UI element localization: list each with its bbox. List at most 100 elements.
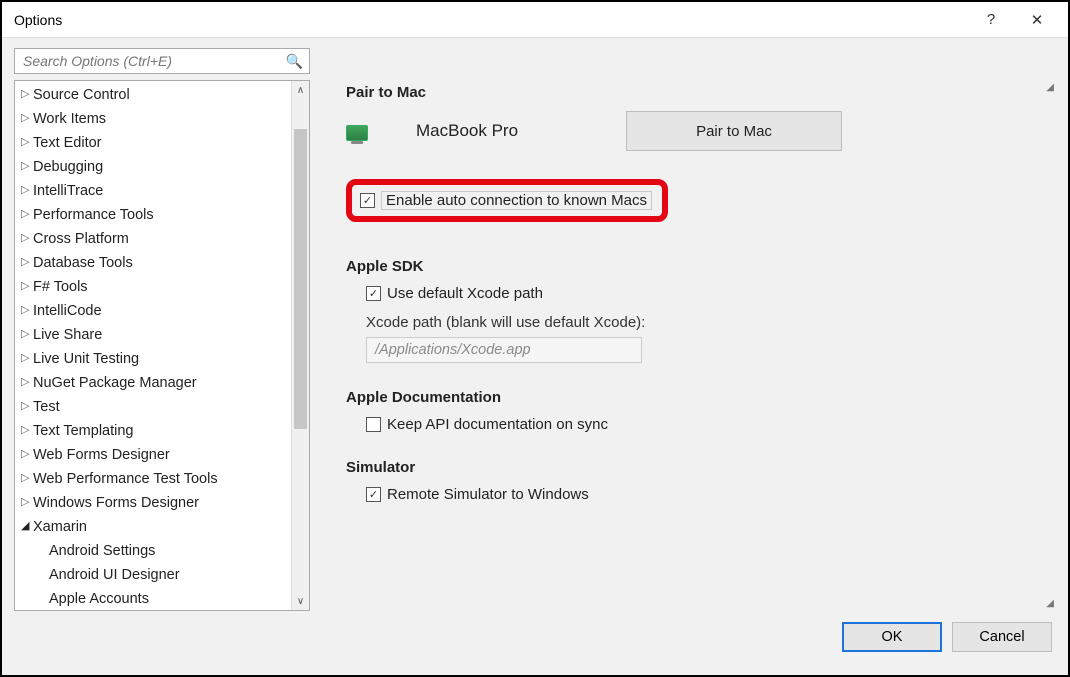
- caret-right-icon: ▷: [21, 495, 33, 511]
- caret-down-icon: ◢: [21, 519, 33, 535]
- tree-item-xamarin[interactable]: ◢Xamarin: [15, 515, 291, 539]
- search-box[interactable]: 🔍: [14, 48, 310, 74]
- pair-heading: Pair to Mac: [346, 84, 1048, 101]
- tree-item-label: Xamarin: [33, 517, 87, 538]
- tree-item-database-tools[interactable]: ▷Database Tools: [15, 251, 291, 275]
- tree-item-label: Debugging: [33, 157, 103, 178]
- tree-item-label: Web Forms Designer: [33, 445, 170, 466]
- tree-item-label: Android Settings: [49, 541, 155, 562]
- tree-item-web-forms-designer[interactable]: ▷Web Forms Designer: [15, 443, 291, 467]
- tree-scrollbar[interactable]: ∧ ∨: [291, 81, 309, 610]
- caret-right-icon: ▷: [21, 303, 33, 319]
- tree-item-label: Windows Forms Designer: [33, 493, 199, 514]
- content-scrollbar[interactable]: ◢ ◢: [1040, 80, 1056, 611]
- tree-item-label: Web Performance Test Tools: [33, 469, 218, 490]
- tree-item-text-editor[interactable]: ▷Text Editor: [15, 131, 291, 155]
- tree-item-test[interactable]: ▷Test: [15, 395, 291, 419]
- enable-auto-connection-label: Enable auto connection to known Macs: [381, 191, 652, 210]
- tree-item-label: IntelliTrace: [33, 181, 103, 202]
- tree-item-label: Android UI Designer: [49, 565, 180, 586]
- apple-doc-heading: Apple Documentation: [346, 389, 1048, 406]
- content-scroll-up-icon[interactable]: ◢: [1046, 82, 1054, 93]
- tree-item-label: Source Control: [33, 85, 130, 106]
- options-tree[interactable]: ▷Source Control▷Work Items▷Text Editor▷D…: [14, 80, 310, 611]
- caret-right-icon: ▷: [21, 423, 33, 439]
- tree-item-label: Cross Platform: [33, 229, 129, 250]
- dialog-footer: OK Cancel: [14, 611, 1056, 663]
- tree-item-label: Test: [33, 397, 60, 418]
- caret-right-icon: ▷: [21, 111, 33, 127]
- tree-item-windows-forms-designer[interactable]: ▷Windows Forms Designer: [15, 491, 291, 515]
- search-input[interactable]: [21, 52, 286, 70]
- tree-item-label: NuGet Package Manager: [33, 373, 197, 394]
- scroll-up-icon[interactable]: ∧: [292, 81, 309, 99]
- tree-item-label: IntelliCode: [33, 301, 102, 322]
- paired-device-name: MacBook Pro: [416, 121, 626, 141]
- tree-item-debugging[interactable]: ▷Debugging: [15, 155, 291, 179]
- tree-item-android-ui-designer[interactable]: Android UI Designer: [15, 563, 291, 587]
- tree-item-label: Performance Tools: [33, 205, 154, 226]
- tree-item-cross-platform[interactable]: ▷Cross Platform: [15, 227, 291, 251]
- xcode-path-input[interactable]: /Applications/Xcode.app: [366, 337, 642, 363]
- monitor-icon: [346, 125, 368, 141]
- tree-item-live-unit-testing[interactable]: ▷Live Unit Testing: [15, 347, 291, 371]
- caret-right-icon: ▷: [21, 255, 33, 271]
- tree-item-label: Apple Accounts: [49, 589, 149, 610]
- remote-simulator-checkbox[interactable]: [366, 487, 381, 502]
- tree-item-label: Live Share: [33, 325, 102, 346]
- keep-doc-sync-checkbox[interactable]: [366, 417, 381, 432]
- tree-item-label: Text Editor: [33, 133, 102, 154]
- tree-item-apple-accounts[interactable]: Apple Accounts: [15, 587, 291, 611]
- caret-right-icon: ▷: [21, 447, 33, 463]
- settings-panel: Pair to Mac MacBook Pro Pair to Mac Enab…: [310, 80, 1056, 611]
- close-button[interactable]: ✕: [1014, 2, 1060, 38]
- enable-auto-connection-checkbox[interactable]: [360, 193, 375, 208]
- caret-right-icon: ▷: [21, 327, 33, 343]
- tree-item-performance-tools[interactable]: ▷Performance Tools: [15, 203, 291, 227]
- tree-item-intellitrace[interactable]: ▷IntelliTrace: [15, 179, 291, 203]
- simulator-heading: Simulator: [346, 459, 1048, 476]
- search-icon: 🔍: [286, 53, 303, 70]
- caret-right-icon: ▷: [21, 399, 33, 415]
- caret-right-icon: ▷: [21, 471, 33, 487]
- tree-item-label: Live Unit Testing: [33, 349, 139, 370]
- ok-button[interactable]: OK: [842, 622, 942, 652]
- apple-sdk-heading: Apple SDK: [346, 258, 1048, 275]
- titlebar: Options ? ✕: [2, 2, 1068, 38]
- cancel-button[interactable]: Cancel: [952, 622, 1052, 652]
- options-dialog: Options ? ✕ 🔍 ▷Source Control▷Work Items…: [0, 0, 1070, 677]
- content-scroll-down-icon[interactable]: ◢: [1046, 598, 1054, 609]
- tree-item-intellicode[interactable]: ▷IntelliCode: [15, 299, 291, 323]
- tree-item-nuget-package-manager[interactable]: ▷NuGet Package Manager: [15, 371, 291, 395]
- caret-right-icon: ▷: [21, 279, 33, 295]
- use-default-xcode-label: Use default Xcode path: [387, 285, 543, 302]
- use-default-xcode-checkbox[interactable]: [366, 286, 381, 301]
- scroll-down-icon[interactable]: ∨: [292, 592, 309, 610]
- tree-item-web-performance-test-tools[interactable]: ▷Web Performance Test Tools: [15, 467, 291, 491]
- scroll-thumb[interactable]: [294, 129, 307, 429]
- pair-to-mac-button[interactable]: Pair to Mac: [626, 111, 842, 151]
- tree-item-live-share[interactable]: ▷Live Share: [15, 323, 291, 347]
- caret-right-icon: ▷: [21, 375, 33, 391]
- tree-item-label: Text Templating: [33, 421, 133, 442]
- tree-item-work-items[interactable]: ▷Work Items: [15, 107, 291, 131]
- xcode-path-label: Xcode path (blank will use default Xcode…: [346, 314, 1048, 331]
- caret-right-icon: ▷: [21, 87, 33, 103]
- dialog-body: 🔍 ▷Source Control▷Work Items▷Text Editor…: [2, 38, 1068, 675]
- tree-item-label: F# Tools: [33, 277, 88, 298]
- tree-item-text-templating[interactable]: ▷Text Templating: [15, 419, 291, 443]
- caret-right-icon: ▷: [21, 159, 33, 175]
- window-title: Options: [10, 12, 968, 28]
- tree-item-android-settings[interactable]: Android Settings: [15, 539, 291, 563]
- caret-right-icon: ▷: [21, 207, 33, 223]
- tree-item-label: Work Items: [33, 109, 106, 130]
- tree-item-source-control[interactable]: ▷Source Control: [15, 83, 291, 107]
- tree-item-label: Database Tools: [33, 253, 133, 274]
- caret-right-icon: ▷: [21, 135, 33, 151]
- tree-item-f-tools[interactable]: ▷F# Tools: [15, 275, 291, 299]
- caret-right-icon: ▷: [21, 351, 33, 367]
- enable-auto-connection-highlight: Enable auto connection to known Macs: [346, 179, 668, 222]
- caret-right-icon: ▷: [21, 183, 33, 199]
- remote-simulator-label: Remote Simulator to Windows: [387, 486, 589, 503]
- help-button[interactable]: ?: [968, 2, 1014, 38]
